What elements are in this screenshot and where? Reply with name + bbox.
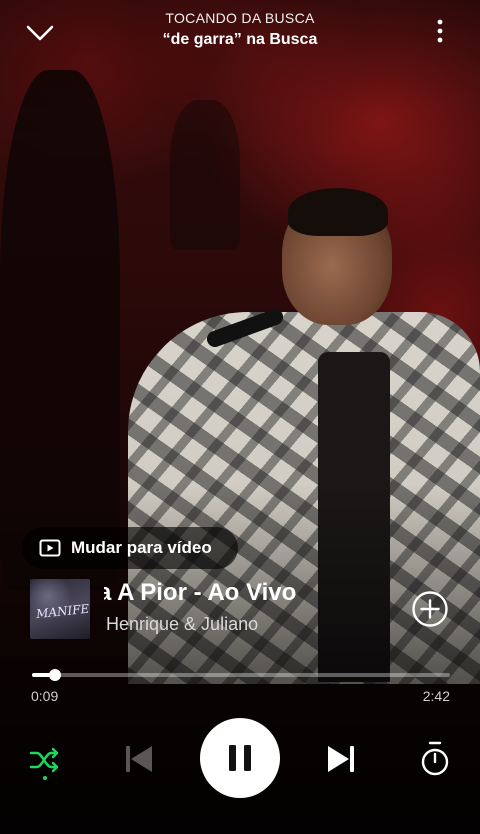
track-title-container: a A Pior - Ao Vivo — [104, 579, 394, 611]
progress-bar[interactable] — [32, 669, 450, 681]
add-to-library-button[interactable] — [411, 590, 449, 628]
skip-previous-icon — [126, 746, 152, 772]
next-track-button[interactable] — [324, 742, 358, 776]
more-vertical-icon — [437, 19, 443, 43]
gradient-overlay — [0, 0, 480, 834]
timer-icon — [421, 741, 449, 776]
play-video-icon — [39, 539, 61, 557]
shuffle-active-indicator — [43, 776, 47, 780]
shuffle-icon — [29, 747, 59, 773]
more-options-button[interactable] — [424, 16, 456, 48]
plus-circle-icon — [412, 591, 448, 627]
album-cover-text: MANIFESTO — [35, 598, 90, 622]
shuffle-button[interactable] — [28, 744, 62, 776]
track-artist[interactable]: Henrique & Juliano — [106, 614, 258, 635]
playing-context-title[interactable]: “de garra” na Busca — [90, 31, 390, 49]
switch-to-video-label: Mudar para vídeo — [71, 538, 212, 557]
total-time: 2:42 — [422, 688, 450, 704]
track-title[interactable]: a A Pior - Ao Vivo — [104, 579, 394, 607]
switch-to-video-button[interactable]: Mudar para vídeo — [22, 527, 238, 569]
playing-context-label: TOCANDO DA BUSCA — [165, 10, 315, 26]
player-header: TOCANDO DA BUSCA “de garra” na Busca — [0, 0, 480, 60]
pause-icon — [229, 745, 251, 771]
previous-track-button[interactable] — [122, 742, 156, 776]
sleep-timer-button[interactable] — [418, 740, 452, 778]
collapse-button[interactable] — [24, 20, 56, 46]
pause-button[interactable] — [200, 718, 280, 798]
album-cover[interactable]: MANIFESTO — [30, 579, 90, 639]
chevron-down-icon — [26, 25, 54, 41]
skip-next-icon — [328, 746, 354, 772]
elapsed-time: 0:09 — [31, 688, 59, 704]
